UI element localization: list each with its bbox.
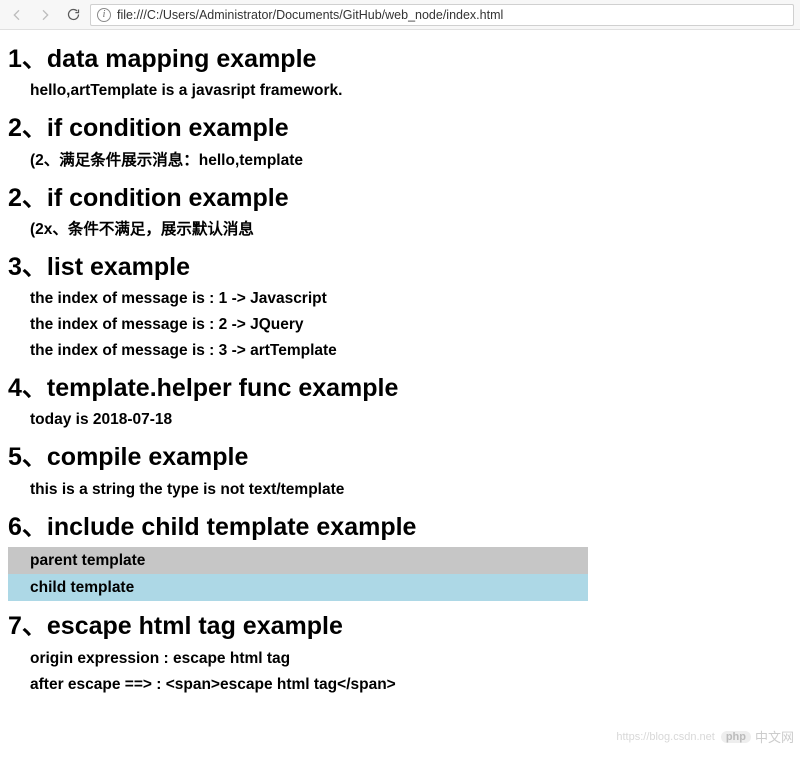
child-template-row: child template <box>8 574 588 601</box>
address-bar[interactable]: i file:///C:/Users/Administrator/Documen… <box>90 4 794 26</box>
section-5-text: this is a string the type is not text/te… <box>30 478 792 502</box>
watermark-link: https://blog.csdn.net <box>616 731 714 743</box>
section-2b-title: 2、if condition example <box>8 183 792 214</box>
section-5-title: 5、compile example <box>8 442 792 473</box>
section-4-text: today is 2018-07-18 <box>30 408 792 432</box>
section-4-title: 4、template.helper func example <box>8 373 792 404</box>
page-body: 1、data mapping example hello,artTemplate… <box>0 30 800 697</box>
url-text: file:///C:/Users/Administrator/Documents… <box>117 8 503 22</box>
section-2a-title: 2、if condition example <box>8 113 792 144</box>
reload-button[interactable] <box>62 4 84 26</box>
section-7-line2: after escape ==> : <span>escape html tag… <box>30 673 792 697</box>
back-button[interactable] <box>6 4 28 26</box>
section-2b-text: (2x、条件不满足，展示默认消息 <box>30 218 792 242</box>
section-3-item-1: the index of message is : 1 -> Javascrip… <box>30 287 792 311</box>
site-info-icon[interactable]: i <box>97 8 111 22</box>
watermark-text: 中文网 <box>755 727 794 746</box>
section-3-item-2: the index of message is : 2 -> JQuery <box>30 313 792 337</box>
browser-toolbar: i file:///C:/Users/Administrator/Documen… <box>0 0 800 30</box>
section-7-line1: origin expression : escape html tag <box>30 647 792 671</box>
section-1-text: hello,artTemplate is a javasript framewo… <box>30 79 792 103</box>
section-2a-text: (2、满足条件展示消息：hello,template <box>30 149 792 173</box>
section-7-title: 7、escape html tag example <box>8 611 792 642</box>
parent-template-row: parent template <box>8 547 588 574</box>
section-3-item-3: the index of message is : 3 -> artTempla… <box>30 339 792 363</box>
section-3-title: 3、list example <box>8 252 792 283</box>
section-6-title: 6、include child template example <box>8 512 792 543</box>
php-badge-icon: php <box>721 731 751 743</box>
forward-button[interactable] <box>34 4 56 26</box>
watermark: https://blog.csdn.net php 中文网 <box>616 727 794 746</box>
section-1-title: 1、data mapping example <box>8 44 792 75</box>
